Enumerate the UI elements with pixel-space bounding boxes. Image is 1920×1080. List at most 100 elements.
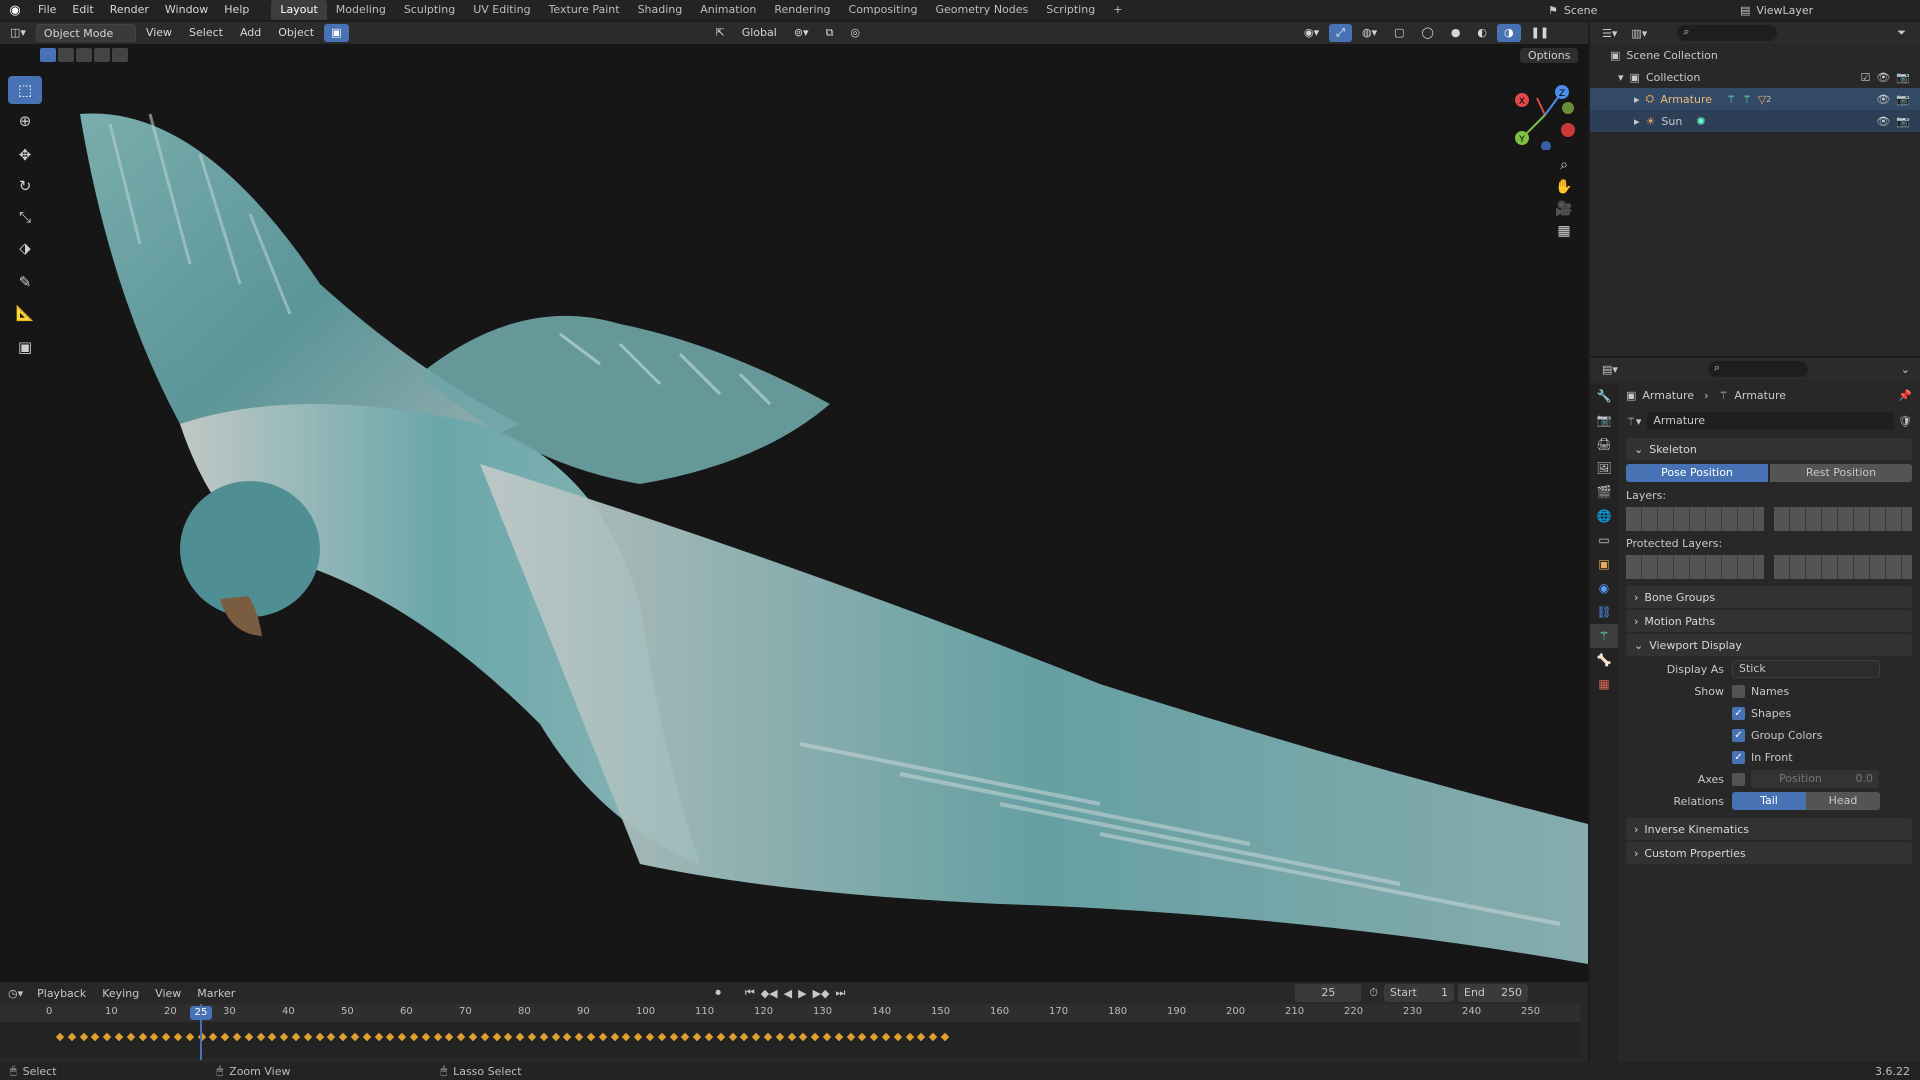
output-tab-icon[interactable]: 🖨 [1590, 432, 1618, 456]
render-tab-icon[interactable]: 📷 [1590, 408, 1618, 432]
keyframe-marker[interactable] [527, 1032, 537, 1042]
pin-icon[interactable]: 📌 [1898, 389, 1912, 402]
keyframe-marker[interactable] [586, 1032, 596, 1042]
keyframe-marker[interactable] [150, 1032, 159, 1042]
editor-type-icon[interactable]: ◫▾ [3, 24, 33, 42]
move-tool-icon[interactable]: ✥ [8, 141, 42, 169]
keyframe-track[interactable] [0, 1022, 1580, 1058]
keyframe-marker[interactable] [492, 1032, 501, 1042]
record-icon[interactable]: ⏺ [715, 986, 721, 1000]
snap-icon[interactable]: ⧉ [819, 24, 841, 42]
texture-tab-icon[interactable]: ▦ [1590, 672, 1618, 696]
keyframe-marker[interactable] [893, 1032, 902, 1042]
keyframe-marker[interactable] [433, 1032, 442, 1042]
keyframe-marker[interactable] [775, 1032, 784, 1042]
camera-icon[interactable]: 📷 [1896, 115, 1910, 128]
keyframe-marker[interactable] [704, 1032, 714, 1042]
timeline-view-menu[interactable]: View [155, 987, 181, 1000]
pan-hand-icon[interactable]: ✋ [1553, 176, 1575, 198]
keyframe-marker[interactable] [256, 1032, 265, 1042]
keyframe-marker[interactable] [126, 1032, 135, 1042]
menu-help[interactable]: Help [216, 0, 257, 20]
keyframe-marker[interactable] [209, 1032, 218, 1042]
keyframe-marker[interactable] [692, 1032, 702, 1042]
view-layer-tab-icon[interactable]: 🖼 [1590, 456, 1618, 480]
keyframe-marker[interactable] [55, 1032, 65, 1042]
collapse-icon[interactable]: ⌄ [1901, 363, 1910, 376]
outliner-editor-icon[interactable]: ☰▾ [1602, 27, 1617, 40]
menu-select[interactable]: Select [182, 24, 230, 42]
armature-data-tab-icon[interactable]: ⚚ [1590, 624, 1618, 648]
inverse-kinematics-panel-header[interactable]: › Inverse Kinematics [1626, 818, 1912, 840]
rest-position-button[interactable]: Rest Position [1770, 464, 1912, 482]
keyframe-marker[interactable] [350, 1032, 360, 1042]
select-box-tool-icon[interactable]: ⬚ [8, 76, 42, 104]
constraints-tab-icon[interactable]: ⛓ [1590, 600, 1618, 624]
tab-sculpting[interactable]: Sculpting [395, 0, 464, 20]
pause-render-icon[interactable]: ❚❚ [1524, 24, 1556, 42]
keyframe-marker[interactable] [940, 1032, 950, 1042]
rotate-tool-icon[interactable]: ↻ [8, 172, 42, 200]
tab-scripting[interactable]: Scripting [1037, 0, 1104, 20]
play-reverse-icon[interactable]: ◀ [784, 987, 792, 1000]
pivot-icon[interactable]: ⊚▾ [787, 24, 816, 42]
keyframe-marker[interactable] [799, 1032, 808, 1042]
group-colors-checkbox[interactable]: ✓ [1732, 728, 1745, 742]
menu-render[interactable]: Render [102, 0, 157, 20]
scene-selector[interactable]: ⚑ Scene [1548, 0, 1654, 20]
keyframe-marker[interactable] [763, 1032, 773, 1042]
keyframe-marker[interactable] [138, 1032, 147, 1042]
keyframe-marker[interactable] [409, 1032, 419, 1042]
names-checkbox[interactable] [1732, 684, 1745, 698]
tab-geometry-nodes[interactable]: Geometry Nodes [926, 0, 1037, 20]
keyframe-marker[interactable] [515, 1032, 525, 1042]
menu-window[interactable]: Window [157, 0, 216, 20]
armature-data-icon[interactable]: ⚚▾ [1626, 415, 1641, 428]
keyframe-marker[interactable] [315, 1032, 324, 1042]
custom-properties-panel-header[interactable]: › Custom Properties [1626, 842, 1912, 864]
keyframe-marker[interactable] [657, 1032, 666, 1042]
stopwatch-icon[interactable]: ⏱ [1369, 986, 1378, 1000]
keyframe-marker[interactable] [91, 1032, 100, 1042]
object-tab-icon[interactable]: ▣ [1590, 552, 1618, 576]
tool-tab-icon[interactable]: 🔧 [1590, 384, 1618, 408]
timeline-editor-icon[interactable]: ◷▾ [8, 987, 23, 1000]
fake-user-icon[interactable]: 🛡 [1898, 415, 1912, 428]
3d-viewport[interactable]: Options X Z Y ⌕ ✋ 🎥 ▦ [0, 44, 1588, 982]
display-mode-icon[interactable]: ▥▾ [1631, 27, 1647, 40]
datablock-name-field[interactable]: Armature [1647, 412, 1895, 430]
navigation-gizmo[interactable]: X Z Y [1510, 80, 1580, 150]
outliner-item-sun[interactable]: ▸ ☀ Sun ✺ 👁 📷 [1590, 110, 1920, 132]
keyframe-marker[interactable] [338, 1032, 348, 1042]
keyframe-marker[interactable] [67, 1032, 76, 1042]
tab-compositing[interactable]: Compositing [840, 0, 927, 20]
xray-icon[interactable]: ▢ [1387, 24, 1411, 42]
keyframe-marker[interactable] [645, 1032, 655, 1042]
marker-menu[interactable]: Marker [197, 987, 235, 1000]
keyframe-marker[interactable] [279, 1032, 289, 1042]
tab-rendering[interactable]: Rendering [765, 0, 839, 20]
end-field[interactable]: End 250 [1458, 984, 1528, 1002]
keyframe-marker[interactable] [480, 1032, 489, 1042]
keyframe-marker[interactable] [79, 1032, 88, 1042]
eye-icon[interactable]: 👁 [1876, 71, 1890, 84]
play-icon[interactable]: ▶ [798, 987, 806, 1000]
bone-tab-icon[interactable]: 🦴 [1590, 648, 1618, 672]
keyframe-marker[interactable] [917, 1032, 926, 1042]
zoom-icon[interactable]: ⌕ [1553, 154, 1575, 176]
frame-ruler[interactable]: 0 10 20 30 40 50 60 70 80 90 100 110 120 130 140 150 160… [0, 1004, 1580, 1022]
scene-tab-icon[interactable]: 🎬 [1590, 480, 1618, 504]
properties-editor-icon[interactable]: ▤▾ [1602, 363, 1618, 376]
properties-search-input[interactable]: ⌕ [1707, 361, 1808, 377]
transform-orientation-select[interactable]: Global [735, 24, 784, 42]
menu-file[interactable]: File [30, 0, 64, 20]
playback-menu[interactable]: Playback [37, 987, 86, 1000]
camera-icon[interactable]: 📷 [1896, 71, 1910, 84]
start-field[interactable]: Start 1 [1384, 984, 1454, 1002]
axes-checkbox[interactable] [1732, 772, 1745, 786]
keyframe-marker[interactable] [905, 1032, 914, 1042]
eye-icon[interactable]: 👁 [1876, 93, 1890, 106]
keyframe-marker[interactable] [928, 1032, 938, 1042]
protected-layers-grid[interactable] [1626, 554, 1912, 580]
add-workspace-icon[interactable]: + [1104, 0, 1131, 20]
